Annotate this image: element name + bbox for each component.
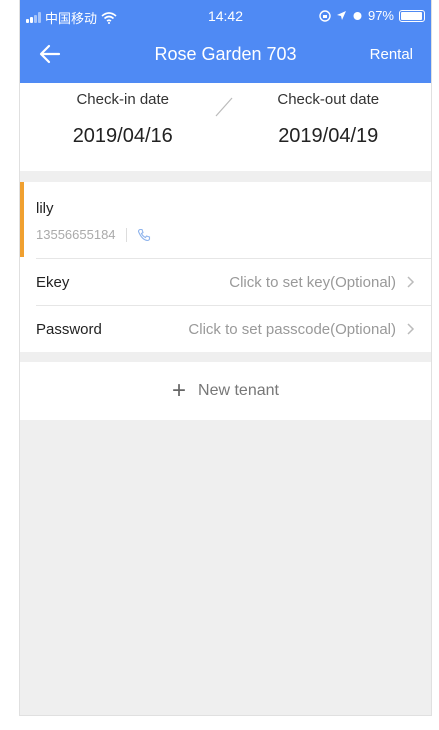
status-bar: 中国移动 14:42 97%	[20, 0, 431, 30]
battery-icon	[399, 9, 425, 22]
new-tenant-label: New tenant	[198, 382, 279, 399]
tenant-accent-bar	[20, 182, 24, 257]
password-value: Click to set passcode(Optional)	[188, 320, 396, 338]
phone-icon[interactable]	[137, 228, 151, 242]
ekey-value: Click to set key(Optional)	[229, 273, 396, 291]
date-range: Check-in date 2019/04/16 Check-out date …	[20, 83, 431, 171]
status-right: 97%	[319, 8, 425, 23]
alarm-icon	[353, 12, 362, 20]
tenant-phone: 13556655184	[36, 227, 116, 242]
nav-bar: Rose Garden 703 Rental	[20, 34, 431, 74]
location-icon	[336, 11, 346, 20]
header: 中国移动 14:42 97% Rose Garden 703 Rental	[20, 0, 431, 83]
checkout-label: Check-out date	[277, 91, 380, 108]
chevron-right-icon	[407, 323, 415, 335]
checkin-label: Check-in date	[76, 91, 170, 108]
checkin-date[interactable]: Check-in date 2019/04/16	[20, 83, 226, 171]
divider	[125, 227, 127, 242]
password-label: Password	[36, 320, 102, 338]
battery-fill	[401, 11, 423, 20]
tenant-phone-row: 13556655184	[36, 227, 151, 242]
rental-button[interactable]: Rental	[370, 46, 413, 63]
lock-rotation-icon	[319, 9, 331, 22]
ekey-row[interactable]: Ekey Click to set key(Optional)	[36, 258, 431, 305]
checkout-date[interactable]: Check-out date 2019/04/19	[226, 83, 432, 171]
checkin-value: 2019/04/16	[72, 125, 173, 147]
app-screen: 中国移动 14:42 97% Rose Garden 703 Rental Ch…	[20, 0, 431, 715]
battery-percent: 97%	[367, 8, 394, 23]
chevron-right-icon	[407, 276, 415, 288]
tenant-card: lily 13556655184 Ekey Click to set key(O…	[20, 182, 431, 352]
plus-icon: +	[172, 377, 187, 404]
tenant-name: lily	[36, 200, 54, 217]
checkout-value: 2019/04/19	[278, 125, 379, 147]
ekey-label: Ekey	[36, 273, 70, 291]
new-tenant-button[interactable]: + New tenant	[20, 362, 431, 420]
password-row[interactable]: Password Click to set passcode(Optional)	[36, 305, 431, 352]
